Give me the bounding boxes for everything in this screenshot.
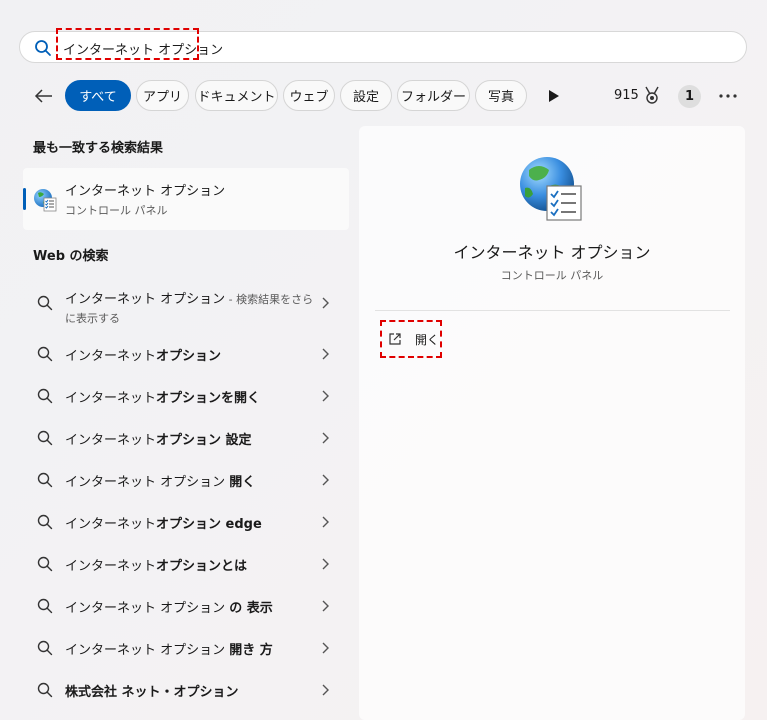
tab-photos[interactable]: 写真 <box>475 80 527 111</box>
chevron-right-icon <box>322 558 329 570</box>
web-result-suffix: - 検索結果をさら <box>225 293 314 306</box>
web-result-label: インターネット オプション 開く <box>65 471 255 490</box>
web-result-label: インターネットオプション <box>65 345 221 364</box>
web-result-line2: に表示する <box>65 312 120 325</box>
web-result-bold: オプション <box>156 349 222 364</box>
search-icon <box>35 40 51 56</box>
web-result-prefix: インターネット <box>65 433 157 448</box>
best-match-heading: 最も一致する検索結果 <box>33 141 164 156</box>
chevron-right-icon <box>322 390 329 402</box>
web-result-prefix: インターネット オプション <box>65 475 230 490</box>
web-result-prefix: インターネット <box>65 559 157 574</box>
web-result-item[interactable]: インターネットオプション <box>23 333 349 373</box>
internet-options-icon <box>34 189 57 212</box>
web-result-item[interactable]: インターネット オプション - 検索結果をさら に表示する <box>23 282 349 325</box>
web-result-bold: オプション 設定 <box>156 433 252 448</box>
open-external-icon <box>389 333 401 345</box>
web-result-bold: オプション edge <box>156 517 262 532</box>
best-match-title: インターネット オプション <box>65 184 226 199</box>
search-icon <box>37 430 53 446</box>
web-result-item[interactable]: インターネット オプション 開く <box>23 459 349 499</box>
search-icon <box>37 388 53 404</box>
search-icon <box>37 472 53 488</box>
search-icon <box>37 682 53 698</box>
open-label: 開く <box>415 333 440 347</box>
web-result-bold: オプションを開く <box>156 391 261 406</box>
search-box[interactable]: インターネット オプション <box>19 31 747 63</box>
search-icon <box>37 514 53 530</box>
best-match-subtitle: コントロール パネル <box>65 204 168 217</box>
web-result-item[interactable]: インターネットオプション edge <box>23 501 349 541</box>
detail-panel: インターネット オプション コントロール パネル 開く <box>359 126 745 720</box>
rewards-points[interactable]: 915 <box>614 88 639 103</box>
back-button[interactable] <box>30 82 58 110</box>
open-button[interactable]: 開く <box>381 322 441 356</box>
tab-all[interactable]: すべて <box>65 80 131 111</box>
chevron-right-icon <box>322 474 329 486</box>
search-input[interactable]: インターネット オプション <box>63 39 223 58</box>
medal-icon[interactable] <box>643 86 661 106</box>
web-result-prefix: インターネット <box>65 349 157 364</box>
tab-settings[interactable]: 設定 <box>340 80 392 111</box>
web-result-bold: 開き 方 <box>229 643 273 658</box>
web-result-label: インターネット オプション - 検索結果をさら <box>65 288 313 307</box>
best-match-item[interactable]: インターネット オプション コントロール パネル <box>23 168 349 230</box>
web-result-label: インターネットオプション 設定 <box>65 429 252 448</box>
search-icon <box>37 598 53 614</box>
more-options-icon[interactable] <box>716 86 740 106</box>
web-result-item[interactable]: インターネットオプション 設定 <box>23 417 349 457</box>
tab-folders[interactable]: フォルダー <box>397 80 470 111</box>
search-icon <box>37 556 53 572</box>
web-search-heading: Web の検索 <box>33 249 109 264</box>
web-result-prefix: インターネット <box>65 391 157 406</box>
search-icon <box>37 295 53 311</box>
web-result-prefix: インターネット <box>65 517 157 532</box>
detail-title: インターネット オプション <box>453 243 651 262</box>
chevron-right-icon <box>322 297 329 309</box>
web-result-prefix: インターネット オプション <box>65 643 230 658</box>
tab-web[interactable]: ウェブ <box>283 80 335 111</box>
tab-apps[interactable]: アプリ <box>136 80 189 111</box>
web-result-bold: 開く <box>229 475 256 490</box>
web-result-label: インターネットオプションとは <box>65 555 247 574</box>
search-icon <box>37 346 53 362</box>
web-result-label: 株式会社 ネット・オプション <box>65 681 239 700</box>
selection-indicator <box>23 188 26 210</box>
web-result-label: インターネット オプション 開き 方 <box>65 639 273 658</box>
web-result-label: インターネット オプション の 表示 <box>65 597 273 616</box>
tab-documents[interactable]: ドキュメント <box>195 80 278 111</box>
detail-subtitle: コントロール パネル <box>500 269 604 282</box>
web-result-bold: の 表示 <box>229 601 273 616</box>
web-result-bold: 株式会社 ネット・オプション <box>65 685 239 700</box>
notification-badge[interactable]: 1 <box>678 85 701 108</box>
chevron-right-icon <box>322 600 329 612</box>
web-result-item[interactable]: インターネット オプション 開き 方 <box>23 627 349 667</box>
chevron-right-icon <box>322 432 329 444</box>
search-icon <box>37 640 53 656</box>
internet-options-icon <box>520 157 582 221</box>
web-result-item[interactable]: インターネットオプションを開く <box>23 375 349 415</box>
web-result-label: インターネットオプション edge <box>65 513 262 532</box>
divider <box>375 310 730 311</box>
chevron-right-icon <box>322 348 329 360</box>
web-result-prefix: インターネット オプション <box>65 601 230 616</box>
chevron-right-icon <box>322 642 329 654</box>
web-result-label: インターネットオプションを開く <box>65 387 260 406</box>
web-result-item[interactable]: 株式会社 ネット・オプション <box>23 669 349 709</box>
chevron-right-icon <box>322 516 329 528</box>
web-result-item[interactable]: インターネット オプション の 表示 <box>23 585 349 625</box>
web-result-bold: オプションとは <box>156 559 248 574</box>
back-arrow-icon <box>34 89 52 103</box>
web-result-item[interactable]: インターネットオプションとは <box>23 543 349 583</box>
play-icon[interactable] <box>543 86 563 106</box>
chevron-right-icon <box>322 684 329 696</box>
web-result-text: インターネット オプション <box>65 292 226 307</box>
